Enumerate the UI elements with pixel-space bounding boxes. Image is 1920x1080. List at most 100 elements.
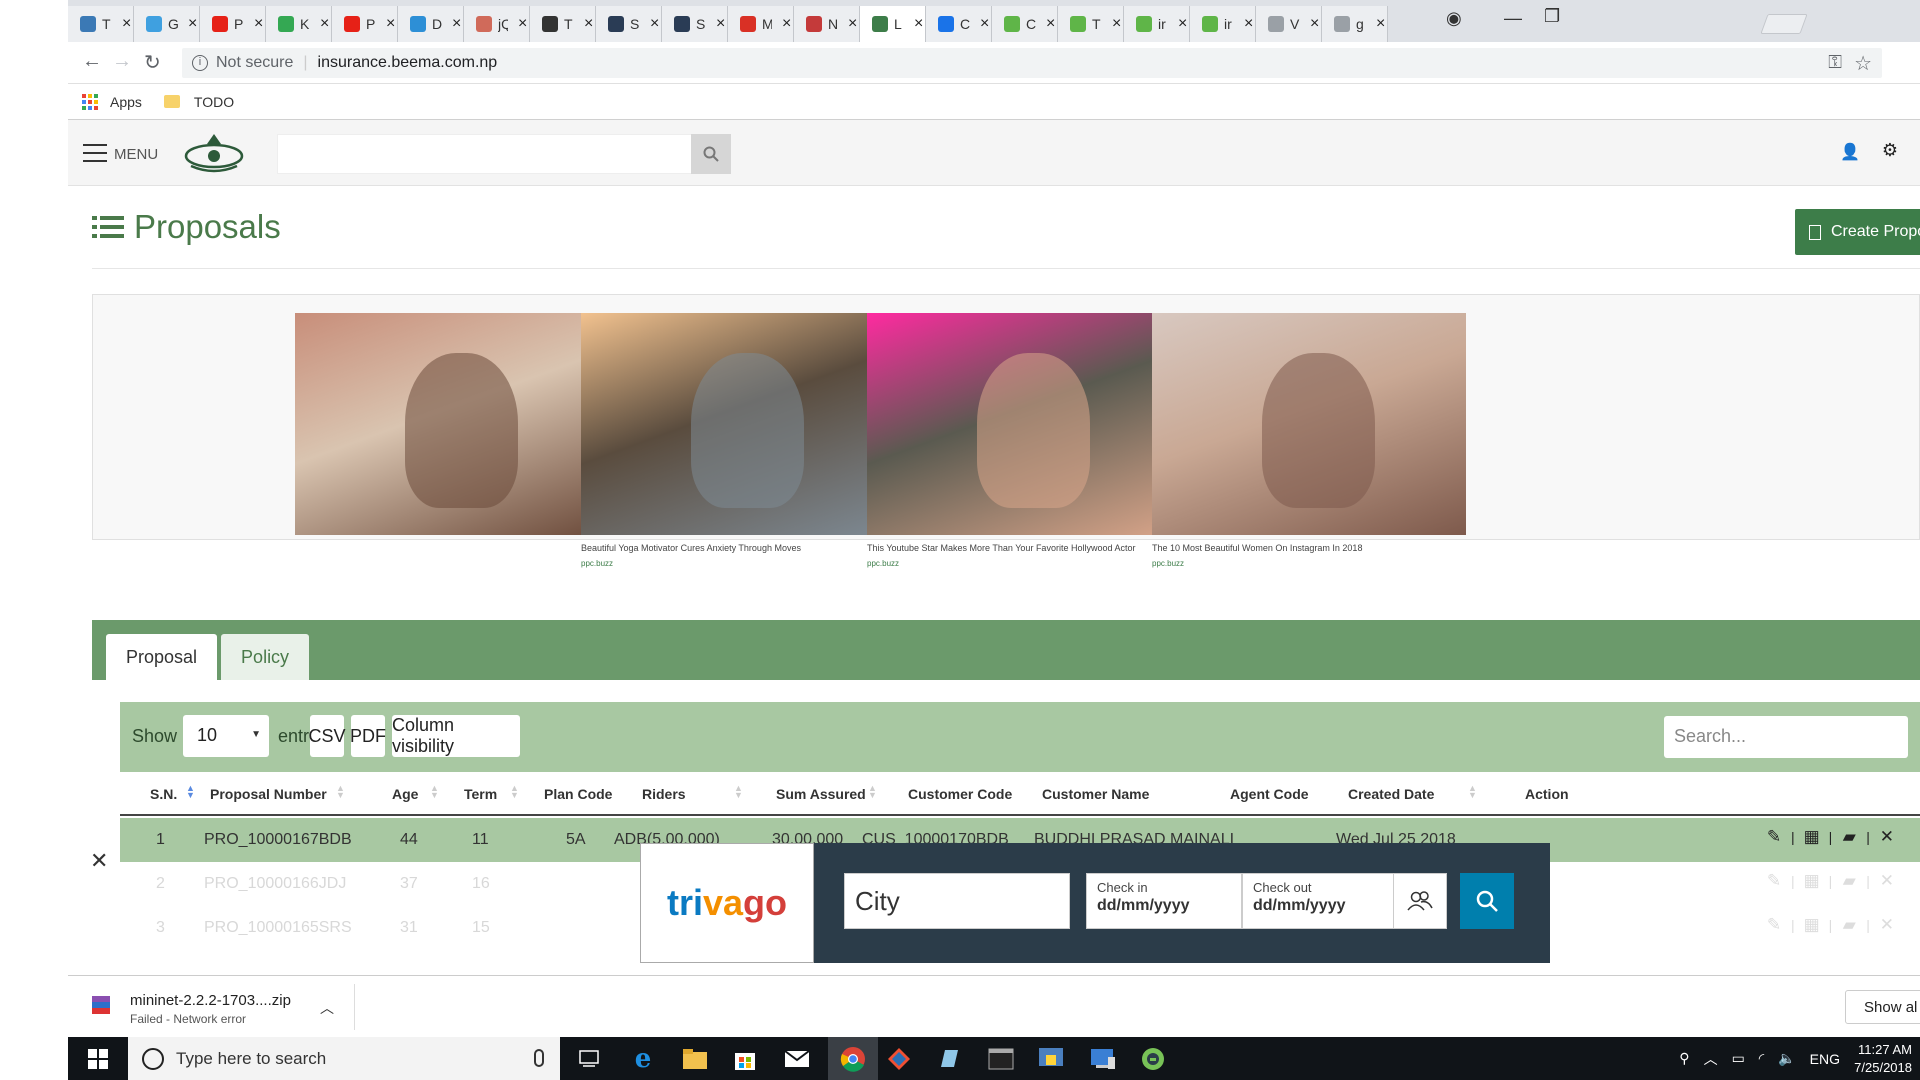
sort-arrows-icon[interactable]: ▲ ▼ [430,784,439,800]
browser-tab[interactable]: C × [926,6,992,42]
apps-grid-icon[interactable] [82,93,98,110]
insurance-logo[interactable] [183,132,245,174]
close-icon[interactable]: × [1310,15,1319,33]
bookmark-todo[interactable]: TODO [194,94,234,110]
download-filename[interactable]: mininet-2.2.2-1703....zip [130,992,291,1009]
close-icon[interactable]: × [1244,15,1253,33]
forward-icon[interactable]: → [112,50,132,73]
file-explorer-icon[interactable] [680,1045,710,1073]
ad-source[interactable]: ppc.buzz [581,559,895,568]
store-icon[interactable] [730,1045,760,1073]
column-header[interactable]: Term [464,786,497,802]
close-icon[interactable]: ✕ [90,848,108,874]
column-header[interactable]: Action [1525,786,1569,802]
remote-desktop-icon[interactable] [1088,1045,1118,1073]
column-header[interactable]: Created Date [1348,786,1434,802]
browser-tab[interactable]: N × [794,6,860,42]
mail-icon[interactable] [782,1045,812,1073]
ad-image[interactable] [295,313,609,535]
trivago-city-input[interactable]: City [844,873,1070,929]
browser-tab[interactable]: K × [266,6,332,42]
browser-tab[interactable]: V × [1256,6,1322,42]
back-icon[interactable]: ← [82,50,102,73]
ad-image[interactable] [581,313,895,535]
folder-open-icon[interactable]: ▰ [1840,828,1858,846]
close-icon[interactable]: × [650,15,659,33]
ad-caption[interactable]: This Youtube Star Makes More Than Your F… [867,543,1181,553]
browser-tab[interactable]: g × [1322,6,1388,42]
clock[interactable]: 11:27 AM 7/25/2018 [1854,1041,1912,1077]
ad-card[interactable]: This Youtube Star Makes More Than Your F… [867,313,1181,568]
edit-icon[interactable]: ✎ [1765,872,1783,890]
close-icon[interactable]: × [320,15,329,33]
header-search-input[interactable] [277,134,697,174]
close-icon[interactable]: × [122,15,131,33]
sort-arrows-icon[interactable]: ▲ ▼ [336,784,345,800]
browser-tab[interactable]: jQ × [464,6,530,42]
trivago-checkout-field[interactable]: Check out dd/mm/yyyy [1242,873,1398,929]
edge-icon[interactable]: e [628,1044,658,1074]
close-icon[interactable]: × [914,15,923,33]
show-all-button[interactable]: Show al [1845,990,1920,1024]
entries-length-select[interactable]: 10 ▼ [183,715,269,757]
header-search-button[interactable] [691,134,731,174]
trivago-checkin-field[interactable]: Check in dd/mm/yyyy [1086,873,1242,929]
close-icon[interactable]: × [386,15,395,33]
browser-tab[interactable]: T × [68,6,134,42]
ad-caption[interactable]: Beautiful Yoga Motivator Cures Anxiety T… [581,543,895,553]
browser-tab[interactable]: C × [992,6,1058,42]
sort-arrows-icon[interactable]: ▲ ▼ [1468,784,1477,800]
sort-arrows-icon[interactable]: ▲ ▼ [734,784,743,800]
chrome-icon[interactable] [828,1037,878,1080]
ad-image[interactable] [867,313,1181,535]
user-icon[interactable]: 👤 [1840,142,1860,162]
volume-icon[interactable]: 🔈 [1778,1050,1795,1067]
sort-arrows-icon[interactable]: ▲ ▼ [186,784,195,800]
column-visibility-button[interactable]: Column visibility [392,715,520,757]
notes-icon[interactable] [934,1045,964,1073]
bookmark-apps[interactable]: Apps [110,94,142,110]
folder-open-icon[interactable]: ▰ [1840,872,1858,890]
folder-open-icon[interactable]: ▰ [1840,916,1858,934]
csv-button[interactable]: CSV [309,715,346,757]
browser-tab[interactable]: G × [134,6,200,42]
browser-tab[interactable]: S × [596,6,662,42]
column-header[interactable]: Sum Assured [776,786,866,802]
close-icon[interactable]: × [1376,15,1385,33]
column-header[interactable]: Proposal Number [210,786,327,802]
start-button[interactable] [68,1037,128,1080]
chevron-up-icon[interactable]: ︿ [1704,1049,1718,1069]
close-icon[interactable]: × [980,15,989,33]
column-header[interactable]: Agent Code [1230,786,1309,802]
close-icon[interactable]: × [1178,15,1187,33]
close-icon[interactable]: × [452,15,461,33]
ad-source[interactable]: ppc.buzz [867,559,1181,568]
ad-source[interactable]: ppc.buzz [1152,559,1466,568]
git-icon[interactable] [884,1045,914,1073]
info-icon[interactable]: i [192,55,208,71]
column-header[interactable]: Customer Name [1042,786,1149,802]
browser-tab[interactable]: ir × [1124,6,1190,42]
menu-label[interactable]: MENU [114,146,158,163]
gear-icon[interactable]: ⚙ [1882,140,1898,161]
close-icon[interactable]: × [518,15,527,33]
address-bar[interactable]: i Not secure | insurance.beema.com.np ⚿ … [182,48,1882,78]
microphone-icon[interactable] [534,1049,544,1067]
close-icon[interactable]: × [584,15,593,33]
hamburger-icon[interactable] [83,144,107,162]
profile-icon[interactable]: ◉ [1446,8,1462,29]
url-text[interactable]: insurance.beema.com.np [318,54,498,72]
close-icon[interactable]: × [782,15,791,33]
table-search-input[interactable]: Search... [1664,716,1908,758]
new-tab-button[interactable] [1760,14,1808,34]
people-icon[interactable]: ⚲ [1679,1050,1689,1067]
close-icon[interactable]: × [848,15,857,33]
browser-tab[interactable]: M × [728,6,794,42]
trivago-guests-button[interactable] [1393,873,1447,929]
delete-icon[interactable]: ✕ [1878,916,1896,934]
ad-image[interactable] [1152,313,1466,535]
close-icon[interactable]: × [1046,15,1055,33]
ad-caption[interactable]: The 10 Most Beautiful Women On Instagram… [1152,543,1466,553]
pdf-button[interactable]: PDF [350,715,386,757]
delete-icon[interactable]: ✕ [1878,828,1896,846]
